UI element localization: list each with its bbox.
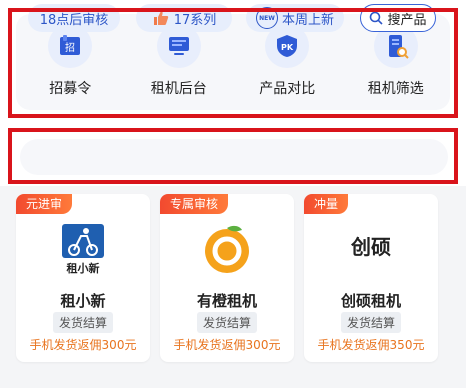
card-promo: 手机发货返佣300元: [173, 338, 281, 352]
product-card-youcheng[interactable]: 专属审核 有橙租机 发货结算 手机发货返佣300元: [160, 194, 294, 362]
card-promo: 手机发货返佣350元: [317, 338, 425, 352]
card-badge: 发货结算: [52, 312, 114, 333]
card-tag: 元进审: [16, 194, 73, 214]
product-card-zuxiaoxin[interactable]: 元进审 租小新 租小新 发货结算 手机发货返佣300元: [16, 194, 150, 362]
product-card-chuangshuo[interactable]: 冲量 创硕 创硕租机 发货结算 手机发货返佣350元: [304, 194, 438, 362]
card-name: 有橙租机: [196, 292, 257, 310]
card-tag: 专属审核: [160, 194, 229, 214]
card-badge: 发货结算: [340, 312, 402, 333]
svg-text:租小新: 租小新: [67, 261, 100, 275]
card-badge: 发货结算: [196, 312, 258, 333]
chuangshuo-logo: 创硕: [344, 222, 398, 276]
highlight-box-nav: [8, 8, 458, 118]
zuxiaoxin-logo: 租小新: [56, 222, 110, 276]
card-promo: 手机发货返佣300元: [29, 338, 137, 352]
youcheng-logo: [200, 222, 254, 276]
card-name: 租小新: [60, 292, 106, 310]
card-name: 创硕租机: [340, 292, 401, 310]
card-tag: 冲量: [304, 194, 349, 214]
svg-text:创硕: 创硕: [350, 235, 391, 259]
highlight-box-filters: [8, 128, 458, 184]
